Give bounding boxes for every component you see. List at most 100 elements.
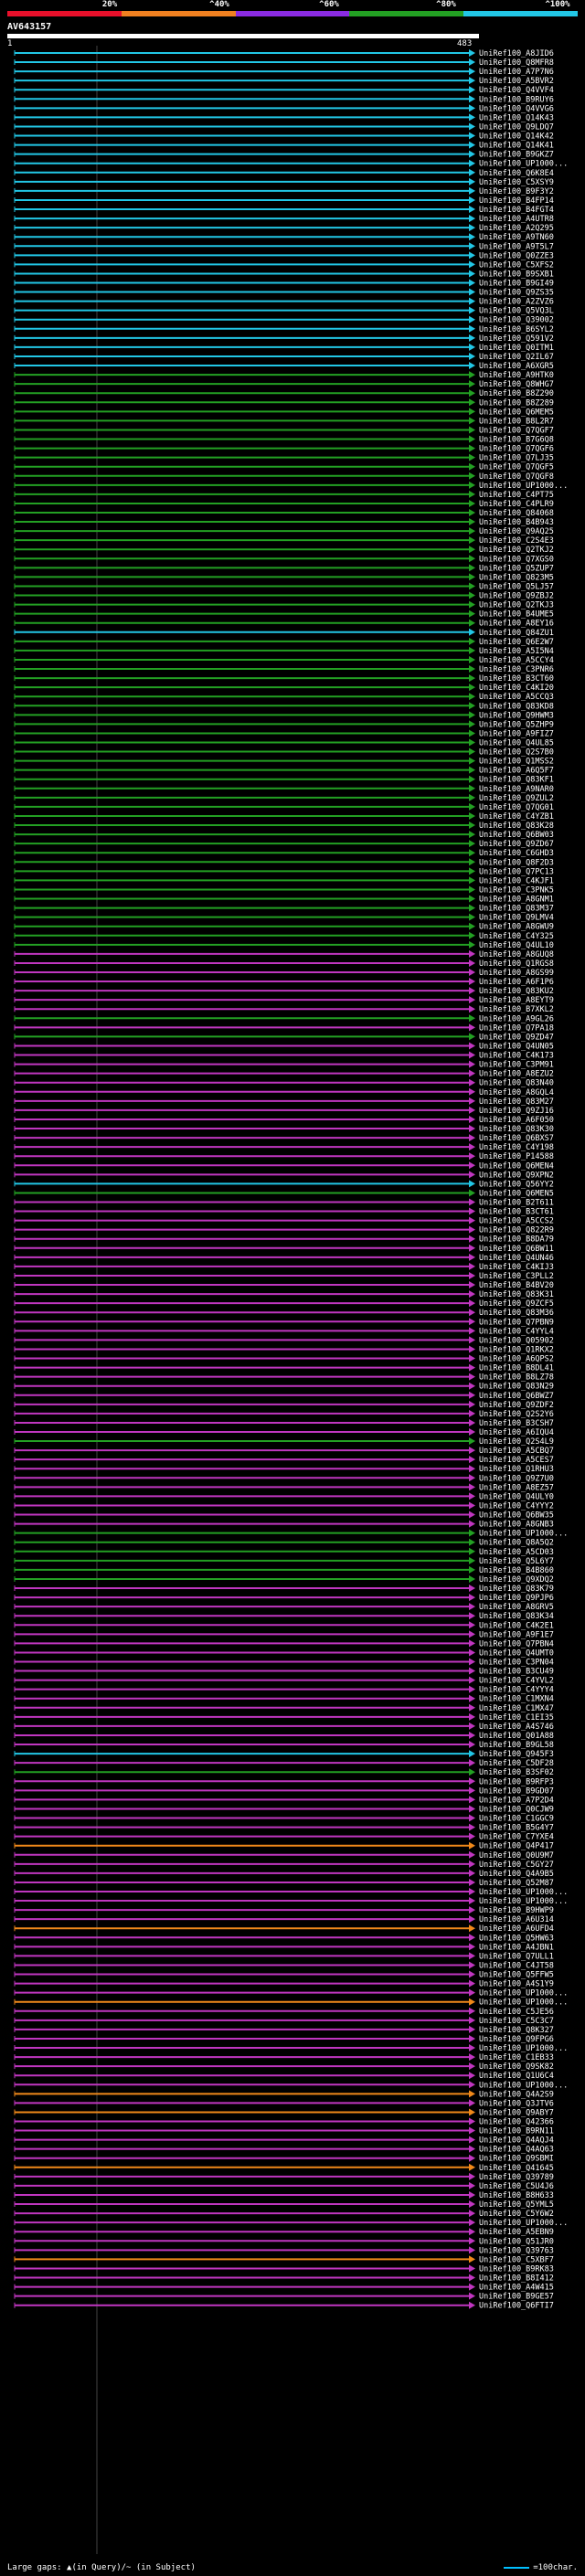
hit-row[interactable]: UniRef100_C4KIJ3	[14, 1262, 554, 1272]
hit-row[interactable]: UniRef100_A4S1Y9	[14, 1979, 554, 1989]
hit-row[interactable]: UniRef100_C5Y6W2	[14, 2210, 554, 2219]
hit-row[interactable]: UniRef100_B3CSH7	[14, 1418, 554, 1428]
hit-row[interactable]: UniRef100_A5CD03	[14, 1547, 554, 1557]
hit-label[interactable]: UniRef100_B8I412	[479, 2274, 554, 2284]
hit-row[interactable]: UniRef100_Q9ZDF2	[14, 1400, 554, 1410]
hit-row[interactable]: UniRef100_Q9ZBJ2	[14, 591, 554, 601]
hit-label[interactable]: UniRef100_Q84068	[479, 509, 554, 518]
hit-label[interactable]: UniRef100_Q14K42	[479, 133, 554, 142]
hit-row[interactable]: UniRef100_Q1RGS8	[14, 959, 554, 969]
hit-row[interactable]: UniRef100_Q9ABY7	[14, 2108, 554, 2117]
hit-label[interactable]: UniRef100_A8GRV5	[479, 1603, 554, 1612]
hit-row[interactable]: UniRef100_B4BV20	[14, 1281, 554, 1290]
hit-row[interactable]: UniRef100_Q2IL67	[14, 352, 554, 362]
hit-label[interactable]: UniRef100_Q9ZBJ2	[479, 592, 554, 601]
hit-row[interactable]: UniRef100_B8DL41	[14, 1363, 554, 1373]
hit-label[interactable]: UniRef100_B9GE57	[479, 2293, 554, 2302]
hit-label[interactable]: UniRef100_Q4VVG6	[479, 104, 554, 113]
hit-label[interactable]: UniRef100_A9HTK0	[479, 371, 554, 380]
hit-row[interactable]: UniRef100_Q84ZU1	[14, 628, 554, 638]
hit-label[interactable]: UniRef100_Q7PBN4	[479, 1639, 554, 1648]
hit-label[interactable]: UniRef100_C4YYY2	[479, 1501, 554, 1511]
hit-label[interactable]: UniRef100_Q9SK82	[479, 2062, 554, 2072]
hit-label[interactable]: UniRef100_Q83KU2	[479, 987, 554, 996]
hit-label[interactable]: UniRef100_Q6FTI7	[479, 2302, 554, 2311]
hit-row[interactable]: UniRef100_Q4UL10	[14, 940, 554, 950]
hit-row[interactable]: UniRef100_Q14K41	[14, 141, 554, 151]
hit-label[interactable]: UniRef100_A5CBQ7	[479, 1447, 554, 1456]
hit-row[interactable]: UniRef100_Q83KD8	[14, 702, 554, 711]
hit-label[interactable]: UniRef100_C4YYL4	[479, 1327, 554, 1336]
hit-row[interactable]: UniRef100_B8L2R7	[14, 417, 554, 426]
hit-label[interactable]: UniRef100_UP1000...	[479, 2081, 568, 2090]
hit-label[interactable]: UniRef100_Q5ZUP7	[479, 564, 554, 573]
hit-row[interactable]: UniRef100_A8GRV5	[14, 1603, 554, 1612]
hit-row[interactable]: UniRef100_Q945F3	[14, 1750, 554, 1759]
hit-row[interactable]: UniRef100_Q8WHG7	[14, 380, 554, 389]
hit-label[interactable]: UniRef100_A4S746	[479, 1723, 554, 1732]
hit-row[interactable]: UniRef100_Q1U6C4	[14, 2072, 554, 2081]
hit-row[interactable]: UniRef100_B4B860	[14, 1565, 554, 1575]
hit-row[interactable]: UniRef100_A9FIZ7	[14, 729, 554, 738]
hit-label[interactable]: UniRef100_Q9AQ25	[479, 527, 554, 536]
hit-row[interactable]: UniRef100_Q0ZZE3	[14, 251, 554, 260]
hit-label[interactable]: UniRef100_B4B860	[479, 1566, 554, 1575]
hit-row[interactable]: UniRef100_Q6FTI7	[14, 2301, 554, 2311]
hit-label[interactable]: UniRef100_B9RK83	[479, 2264, 554, 2274]
hit-label[interactable]: UniRef100_Q83K34	[479, 1612, 554, 1621]
hit-label[interactable]: UniRef100_Q83N29	[479, 1383, 554, 1392]
hit-label[interactable]: UniRef100_Q7QG01	[479, 803, 554, 812]
hit-row[interactable]: UniRef100_A8GS99	[14, 969, 554, 978]
hit-label[interactable]: UniRef100_Q14K41	[479, 142, 554, 151]
hit-row[interactable]: UniRef100_C5XFS2	[14, 260, 554, 270]
hit-row[interactable]: UniRef100_Q9ZCF5	[14, 1299, 554, 1309]
hit-label[interactable]: UniRef100_Q9LMV4	[479, 914, 554, 923]
hit-row[interactable]: UniRef100_C4PT75	[14, 490, 554, 500]
hit-row[interactable]: UniRef100_UP1000...	[14, 159, 568, 169]
hit-row[interactable]: UniRef100_Q5VQ3L	[14, 306, 554, 316]
hit-label[interactable]: UniRef100_A5I5N4	[479, 647, 554, 656]
hit-row[interactable]: UniRef100_Q4VVF4	[14, 86, 554, 95]
hit-row[interactable]: UniRef100_UP1000...	[14, 2081, 568, 2090]
hit-row[interactable]: UniRef100_Q4AQ63	[14, 2145, 554, 2155]
hit-row[interactable]: UniRef100_B8H633	[14, 2190, 554, 2200]
hit-row[interactable]: UniRef100_Q84068	[14, 509, 554, 518]
hit-label[interactable]: UniRef100_A6XGR5	[479, 362, 554, 371]
hit-row[interactable]: UniRef100_A5EBN9	[14, 2228, 554, 2237]
hit-label[interactable]: UniRef100_Q0CJW9	[479, 1805, 554, 1814]
hit-label[interactable]: UniRef100_C2S4E3	[479, 536, 554, 546]
hit-row[interactable]: UniRef100_Q4P417	[14, 1841, 554, 1851]
hit-row[interactable]: UniRef100_Q1MSS2	[14, 757, 554, 767]
hit-label[interactable]: UniRef100_B8DL41	[479, 1364, 554, 1373]
hit-row[interactable]: UniRef100_C4Y198	[14, 1143, 554, 1152]
hit-label[interactable]: UniRef100_Q6MEN4	[479, 1161, 554, 1171]
hit-label[interactable]: UniRef100_A8GUQ8	[479, 950, 554, 959]
hit-label[interactable]: UniRef100_A8EYT9	[479, 996, 554, 1005]
hit-label[interactable]: UniRef100_B9RN11	[479, 2127, 554, 2136]
hit-label[interactable]: UniRef100_Q0ITM1	[479, 344, 554, 353]
hit-row[interactable]: UniRef100_UP1000...	[14, 1529, 568, 1539]
hit-label[interactable]: UniRef100_C3PLL2	[479, 1272, 554, 1281]
hit-row[interactable]: UniRef100_Q9ZS35	[14, 288, 554, 298]
hit-label[interactable]: UniRef100_B9GI49	[479, 280, 554, 289]
hit-row[interactable]: UniRef100_Q6MEM5	[14, 408, 554, 417]
hit-row[interactable]: UniRef100_A5CCY4	[14, 655, 554, 665]
hit-label[interactable]: UniRef100_Q9LDQ7	[479, 122, 554, 132]
hit-row[interactable]: UniRef100_C7YXE4	[14, 1832, 554, 1842]
hit-row[interactable]: UniRef100_B9F3Y2	[14, 186, 554, 196]
hit-row[interactable]: UniRef100_Q6MEN4	[14, 1161, 554, 1171]
hit-row[interactable]: UniRef100_Q7PA18	[14, 1023, 554, 1033]
hit-row[interactable]: UniRef100_B6SYL2	[14, 324, 554, 334]
hit-label[interactable]: UniRef100_Q1RHU3	[479, 1465, 554, 1474]
hit-row[interactable]: UniRef100_A9GL26	[14, 1014, 554, 1023]
hit-label[interactable]: UniRef100_Q823M5	[479, 573, 554, 582]
hit-row[interactable]: UniRef100_Q14K42	[14, 132, 554, 142]
hit-label[interactable]: UniRef100_C3PNK5	[479, 885, 554, 895]
hit-label[interactable]: UniRef100_Q9HWM3	[479, 711, 554, 720]
hit-label[interactable]: UniRef100_B4FGT4	[479, 206, 554, 215]
hit-row[interactable]: UniRef100_Q9ZD67	[14, 840, 554, 849]
hit-label[interactable]: UniRef100_Q83M27	[479, 1097, 554, 1107]
hit-label[interactable]: UniRef100_Q8K327	[479, 2026, 554, 2035]
hit-label[interactable]: UniRef100_Q7QGF7	[479, 426, 554, 435]
hit-row[interactable]: UniRef100_Q9LMV4	[14, 913, 554, 923]
